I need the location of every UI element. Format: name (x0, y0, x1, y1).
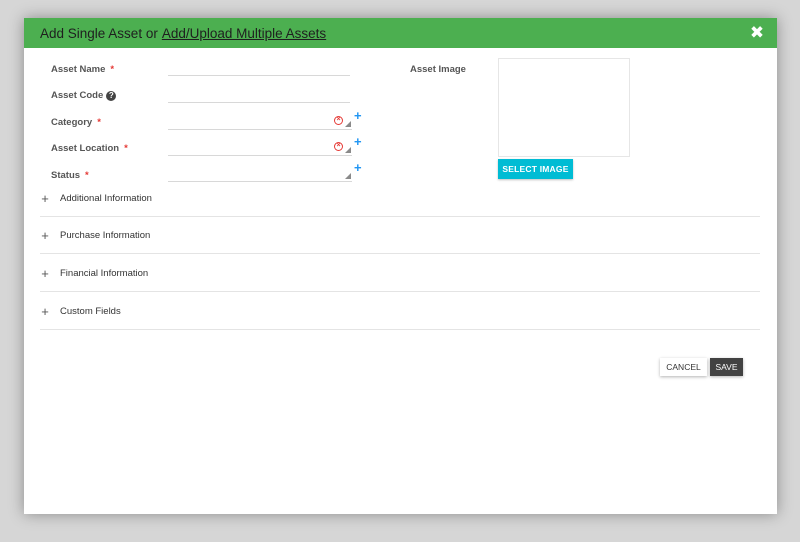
section-custom-fields[interactable]: + Custom Fields (40, 293, 760, 330)
asset-location-select[interactable]: × (168, 140, 352, 156)
asset-image-label: Asset Image (410, 64, 466, 75)
category-select[interactable]: × (168, 114, 352, 130)
required-marker: * (124, 143, 128, 154)
asset-code-input[interactable] (168, 89, 350, 103)
clear-icon[interactable]: × (334, 116, 343, 125)
section-financial-information[interactable]: + Financial Information (40, 255, 760, 292)
asset-code-label-text: Asset Code (51, 90, 104, 101)
section-label: Financial Information (60, 267, 149, 279)
add-category-plus-icon[interactable]: + (354, 109, 362, 122)
modal-header: Add Single Asset or Add/Upload Multiple … (24, 18, 777, 48)
expand-icon[interactable]: + (40, 266, 50, 281)
expand-icon[interactable]: + (40, 191, 50, 206)
required-marker: * (110, 64, 115, 75)
section-purchase-information[interactable]: + Purchase Information (40, 217, 760, 254)
category-label-text: Category (51, 117, 93, 128)
modal-title: Add Single Asset or (40, 25, 158, 41)
resize-handle-icon[interactable] (345, 147, 351, 153)
section-label: Additional Information (60, 192, 152, 204)
save-button[interactable]: SAVE (710, 358, 743, 376)
clear-icon[interactable]: × (334, 142, 343, 151)
add-status-plus-icon[interactable]: + (354, 161, 362, 174)
help-icon[interactable]: ? (106, 90, 117, 101)
expand-icon[interactable]: + (40, 304, 50, 319)
asset-location-label-text: Asset Location (51, 143, 120, 154)
add-location-plus-icon[interactable]: + (354, 135, 362, 148)
asset-name-input[interactable] (168, 62, 350, 76)
asset-location-label: Asset Location * (51, 143, 128, 154)
upload-multiple-assets-link[interactable]: Add/Upload Multiple Assets (162, 26, 326, 41)
add-asset-modal: Add Single Asset or Add/Upload Multiple … (24, 18, 777, 514)
category-label: Category * (51, 117, 101, 128)
select-image-button[interactable]: SELECT IMAGE (498, 159, 573, 179)
section-label: Custom Fields (60, 305, 121, 317)
asset-code-label: Asset Code ? (51, 90, 117, 101)
resize-handle-icon[interactable] (345, 121, 351, 127)
asset-image-preview (498, 58, 630, 157)
asset-name-label-text: Asset Name (51, 64, 106, 75)
section-additional-information[interactable]: + Additional Information (40, 180, 760, 217)
expand-icon[interactable]: + (40, 228, 50, 243)
required-marker: * (97, 117, 101, 128)
close-icon[interactable]: ✖ (749, 24, 765, 42)
section-label: Purchase Information (60, 229, 151, 241)
resize-handle-icon[interactable] (345, 173, 351, 179)
cancel-button[interactable]: CANCEL (660, 358, 707, 376)
asset-name-label: Asset Name * (51, 64, 114, 75)
